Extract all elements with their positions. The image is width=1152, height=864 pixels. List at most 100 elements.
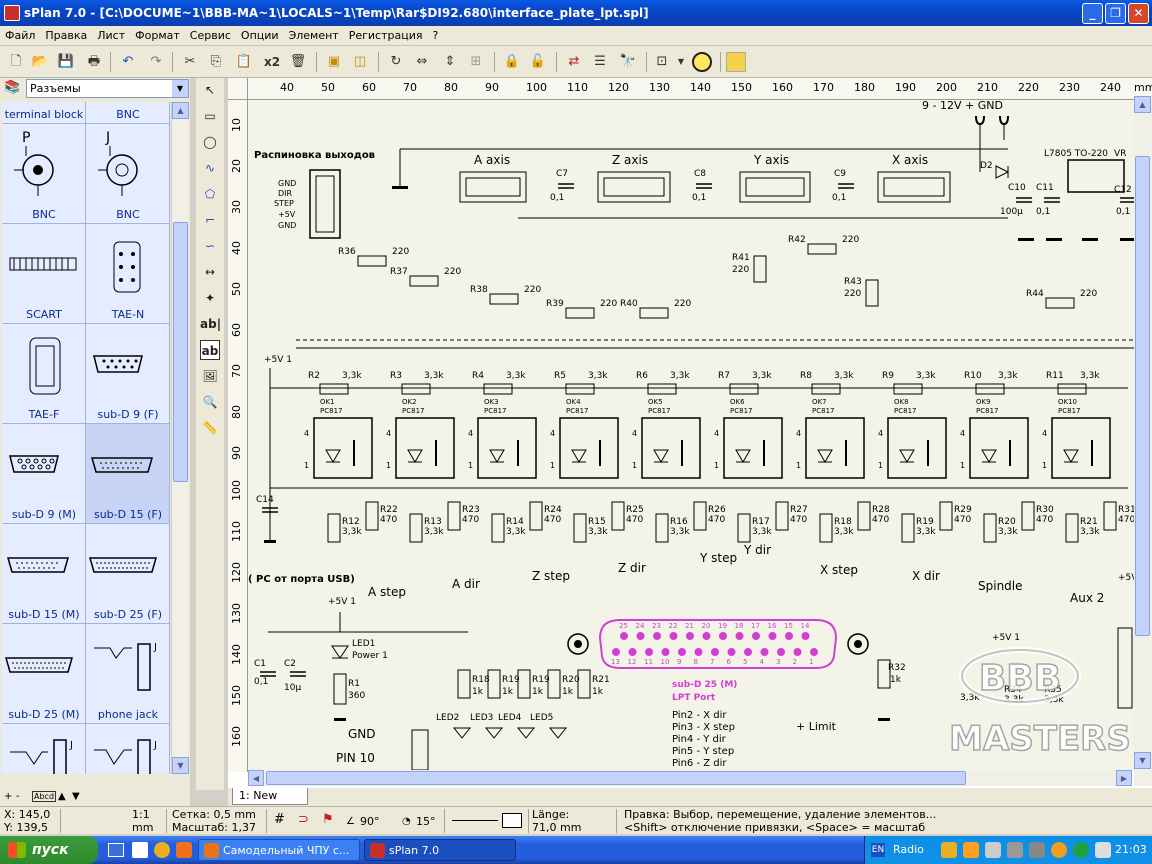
volume-icon[interactable] — [1095, 842, 1111, 858]
flag-icon[interactable]: ⚑ — [322, 813, 334, 826]
zoom-icon[interactable] — [692, 52, 712, 72]
menu-format[interactable]: Формат — [130, 29, 185, 42]
redo-icon[interactable]: ↷ — [146, 52, 166, 72]
align-icon[interactable]: ⊞ — [466, 52, 486, 72]
duplicate-button[interactable]: x2 — [260, 52, 284, 72]
open-folder-icon[interactable]: 📂 — [30, 52, 50, 72]
library-item-bnc-j[interactable]: J BNC — [86, 124, 170, 224]
junction-icon[interactable]: ✦ — [200, 288, 220, 308]
maximize-button[interactable]: ❐ — [1105, 3, 1126, 24]
textbox-icon[interactable]: ab — [200, 340, 220, 360]
dimension-icon[interactable]: ↔ — [200, 262, 220, 282]
pointer-icon[interactable]: ↖ — [200, 80, 220, 100]
scroll-left-icon[interactable]: ◀ — [248, 770, 264, 786]
library-item-subd9f[interactable]: sub-D 9 (F) — [86, 324, 170, 424]
magnet-icon[interactable]: ⊃ — [298, 813, 309, 826]
tray-icon[interactable] — [1073, 842, 1089, 858]
parts-list-icon[interactable]: ☰ — [590, 52, 610, 72]
library-books-icon[interactable]: 📚 — [4, 80, 22, 98]
group-icon[interactable]: ▣ — [324, 52, 344, 72]
chevron-down-icon[interactable]: ▼ — [172, 80, 188, 97]
scroll-down-icon[interactable]: ▼ — [172, 757, 189, 774]
library-item-jack2[interactable]: J — [86, 724, 170, 774]
copy-icon[interactable]: ⎘ — [206, 52, 226, 72]
print-icon[interactable]: 🖶 — [84, 52, 104, 72]
scroll-up-icon[interactable]: ▲ — [1134, 96, 1151, 113]
library-item-terminal-block[interactable]: terminal block — [2, 102, 86, 124]
grid-toggle-icon[interactable]: # — [274, 813, 285, 826]
library-item-subd9m[interactable]: sub-D 9 (M) — [2, 424, 86, 524]
tab-new-page[interactable]: 1: New page — [232, 788, 308, 817]
library-item-tae-f[interactable]: TAE-F — [2, 324, 86, 424]
schematic-sheet[interactable]: 9 - 12V + GND Распиновка выходов GND DIR… — [248, 100, 1152, 770]
unlock-icon[interactable]: 🔓 — [528, 52, 548, 72]
hscroll-thumb[interactable] — [266, 771, 966, 785]
rotate-icon[interactable]: ↻ — [386, 52, 406, 72]
text-icon[interactable]: ab| — [200, 314, 221, 334]
library-item-subd25f[interactable]: sub-D 25 (F) — [86, 524, 170, 624]
ruler-tool-icon[interactable]: 📏 — [200, 418, 220, 438]
undo-icon[interactable]: ↶ — [118, 52, 138, 72]
mirror-v-icon[interactable]: ⇕ — [440, 52, 460, 72]
menu-element[interactable]: Элемент — [284, 29, 344, 42]
add-icon[interactable]: + — [4, 791, 12, 802]
zoom-level[interactable]: Масштаб: 1,37 — [172, 821, 256, 834]
new-file-icon[interactable]: 🗋 — [6, 52, 26, 72]
angle-primary[interactable]: 90° — [360, 815, 380, 828]
cut-icon[interactable]: ✂ — [180, 52, 200, 72]
freehand-icon[interactable]: ∿ — [200, 158, 220, 178]
library-item-subd15m[interactable]: sub-D 15 (M) — [2, 524, 86, 624]
remove-icon[interactable]: - — [16, 791, 20, 802]
category-select[interactable]: Разъемы ▼ — [26, 79, 189, 98]
mirror-h-icon[interactable]: ⇔ — [412, 52, 432, 72]
tray-icon[interactable] — [1007, 842, 1023, 858]
menu-options[interactable]: Опции — [236, 29, 284, 42]
menu-registration[interactable]: Регистрация — [344, 29, 428, 42]
ellipse-icon[interactable]: ◯ — [200, 132, 220, 152]
library-item-bnc[interactable]: BNC — [86, 102, 170, 124]
library-icon[interactable] — [726, 52, 746, 72]
arrow-down-icon[interactable]: ▼ — [72, 791, 80, 802]
vscroll-thumb[interactable] — [1135, 156, 1150, 636]
close-button[interactable]: ✕ — [1128, 3, 1149, 24]
angle-secondary[interactable]: 15° — [416, 815, 436, 828]
canvas-vscrollbar[interactable]: ▲ ▼ — [1134, 96, 1152, 786]
numbering-icon[interactable]: ⇄ — [564, 52, 584, 72]
language-indicator[interactable]: EN — [871, 843, 885, 857]
tray-icon[interactable] — [1029, 842, 1045, 858]
library-scrollbar[interactable]: ▲ ▼ — [171, 102, 189, 774]
drawing-area[interactable]: 40 50 60 70 80 90 100 110 120 130 140 150 160 170 180 1… — [228, 78, 1152, 790]
show-desktop-icon[interactable] — [108, 843, 124, 857]
quicklaunch-icon[interactable] — [132, 842, 148, 858]
library-item-jack[interactable]: J — [2, 724, 86, 774]
scroll-up-icon[interactable]: ▲ — [172, 102, 189, 119]
polyline-icon[interactable]: ⌐ — [200, 210, 220, 230]
polygon-icon[interactable]: ⬠ — [200, 184, 220, 204]
image-icon[interactable]: 🖼 — [200, 366, 220, 386]
save-icon[interactable]: 💾 — [56, 52, 76, 72]
menu-sheet[interactable]: Лист — [92, 29, 130, 42]
abcd-icon[interactable]: Abcd — [32, 791, 57, 802]
scroll-right-icon[interactable]: ▶ — [1116, 770, 1132, 786]
menu-service[interactable]: Сервис — [185, 29, 236, 42]
library-item-bnc-p[interactable]: P BNC — [2, 124, 86, 224]
tray-icon[interactable] — [985, 842, 1001, 858]
zoom-tool-icon[interactable]: 🔍 — [200, 392, 220, 412]
grid-dropdown-icon[interactable]: ▼ — [676, 52, 686, 72]
tray-icon[interactable] — [1051, 842, 1067, 858]
scroll-down-icon[interactable]: ▼ — [1134, 752, 1151, 769]
menu-edit[interactable]: Правка — [40, 29, 92, 42]
library-item-subd15f[interactable]: sub-D 15 (F) — [86, 424, 170, 524]
canvas-hscrollbar[interactable]: ◀ ▶ — [248, 770, 1132, 786]
library-item-phone-jack[interactable]: J phone jack — [86, 624, 170, 724]
library-item-scart[interactable]: SCART — [2, 224, 86, 324]
grid-size[interactable]: Сетка: 0,5 mm — [172, 808, 256, 821]
task-firefox[interactable]: Самодельный ЧПУ с... — [198, 839, 360, 861]
tray-icon[interactable] — [941, 842, 957, 858]
rectangle-icon[interactable]: ▭ — [200, 106, 220, 126]
search-binoculars-icon[interactable]: 🔭 — [618, 52, 638, 72]
delete-icon[interactable]: 🗑 — [288, 52, 308, 72]
quicklaunch-icon[interactable] — [154, 842, 170, 858]
line-style-icon[interactable] — [452, 820, 498, 821]
fill-style-icon[interactable] — [502, 813, 522, 828]
